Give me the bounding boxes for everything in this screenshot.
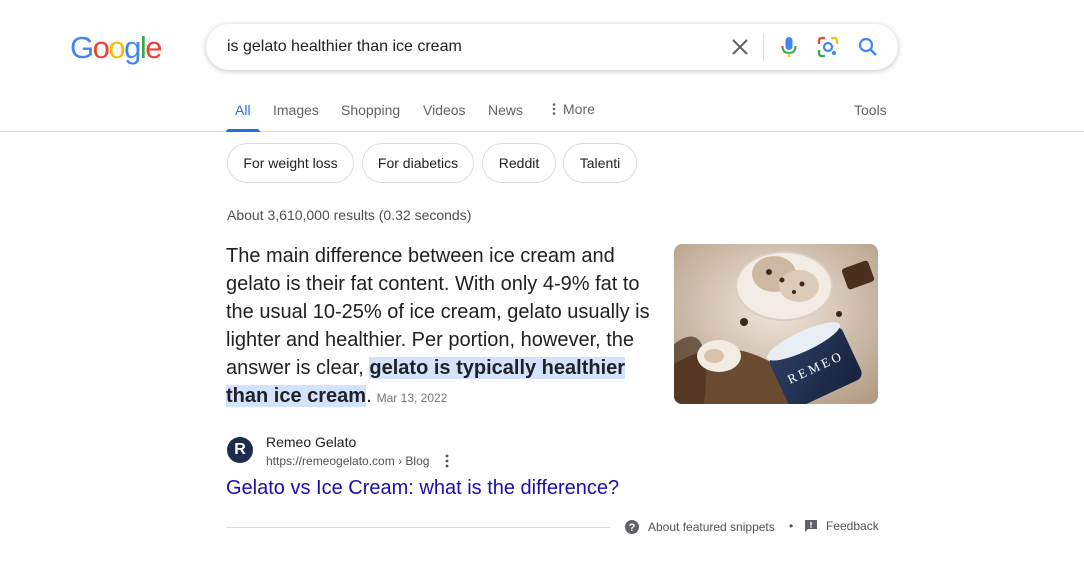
tab-label: Shopping [341,102,401,118]
tab-label: Videos [423,102,466,118]
chip-label: Talenti [579,155,621,171]
help-icon: ? [625,520,639,534]
logo-letter-o1: o [92,30,110,65]
tab-news[interactable]: News [488,86,523,131]
lens-camera-icon[interactable] [816,35,840,59]
tools-label: Tools [854,102,887,118]
snippet-text-end: . [366,385,372,407]
chip-reddit[interactable]: Reddit [482,143,556,183]
logo-letter-o2: o [108,30,125,65]
tab-all[interactable]: All [226,86,260,132]
logo-letter-g: G [70,30,94,65]
svg-text:?: ? [629,522,636,534]
tab-label: News [488,102,524,118]
result-stats: About 3,610,000 results (0.32 seconds) [227,207,472,223]
chip-for-diabetics[interactable]: For diabetics [362,143,474,183]
tab-label: Images [273,102,319,118]
result-title-link[interactable]: Gelato vs Ice Cream: what is the differe… [226,477,619,500]
about-label: About featured snippets [648,520,775,534]
source-favicon[interactable]: R [227,437,253,463]
chip-label: For diabetics [377,155,459,171]
tab-more[interactable]: More [549,86,595,131]
feedback-icon [805,520,817,532]
tab-images[interactable]: Images [273,86,319,131]
tab-shopping[interactable]: Shopping [341,86,400,131]
snippet-date: Mar 13, 2022 [376,391,448,405]
logo-letter-g2: g [124,30,141,65]
featured-snippet-text: The main difference between ice cream an… [226,242,656,412]
chip-for-weight-loss[interactable]: For weight loss [227,143,354,183]
google-logo[interactable]: Google [70,30,162,65]
tab-label: All [235,102,251,118]
close-icon[interactable] [728,35,752,59]
search-divider [763,33,764,61]
chip-label: For weight loss [243,155,338,171]
feedback-link[interactable]: Feedback [804,519,879,533]
source-name[interactable]: Remeo Gelato [266,434,356,450]
snippet-image[interactable]: REMEO [674,244,878,404]
chip-label: Reddit [498,155,540,171]
footer-divider [226,527,610,528]
tools-button[interactable]: Tools [854,86,887,131]
tab-label: More [563,100,595,117]
logo-letter-e: e [145,30,162,65]
source-url[interactable]: https://remeogelato.com › Blog [266,454,429,468]
search-icon[interactable] [856,35,880,59]
search-box [206,24,898,70]
search-tabs: All Images Shopping Videos News More Too… [0,86,1084,132]
microphone-icon[interactable] [777,35,801,59]
chip-talenti[interactable]: Talenti [563,143,637,183]
result-options-icon[interactable] [441,453,453,469]
footer-separator: • [789,519,794,533]
tab-videos[interactable]: Videos [423,86,466,131]
search-input[interactable] [227,24,707,70]
about-featured-snippets-link[interactable]: ? About featured snippets [624,519,775,535]
feedback-label: Feedback [826,519,879,533]
kebab-vertical-icon [552,102,556,115]
